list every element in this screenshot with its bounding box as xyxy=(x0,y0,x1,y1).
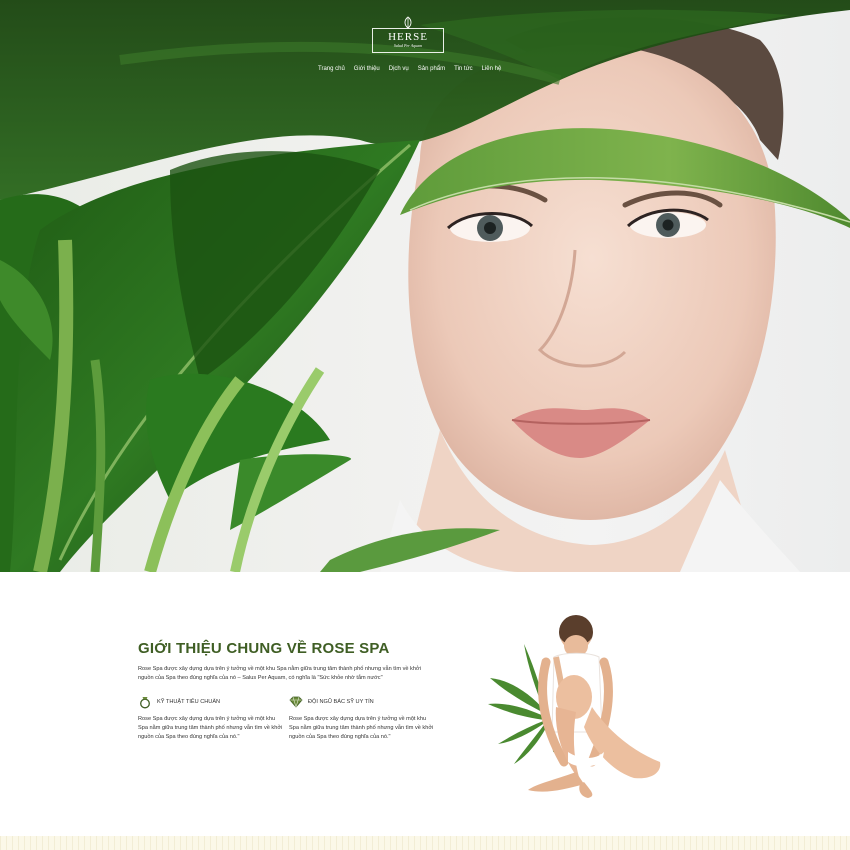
feature-standard-technique: KỸ THUẬT TIÊU CHUẨN Rose Spa được xây dự… xyxy=(138,695,286,742)
about-woman-image xyxy=(488,615,661,798)
diamond-icon xyxy=(289,696,303,709)
brand-name: HERSE xyxy=(388,31,428,43)
about-intro: Rose Spa được xây dựng dựa trên ý tưởng … xyxy=(138,666,421,681)
ring-icon xyxy=(140,697,150,709)
about-title: GIỚI THIỆU CHUNG VỀ ROSE SPA xyxy=(138,640,390,657)
feature-label: KỸ THUẬT TIÊU CHUẨN xyxy=(157,699,221,705)
feature-text: Rose Spa được xây dựng dựa trên ý tưởng … xyxy=(138,716,283,740)
feature-label: ĐỘI NGŨ BÁC SỸ UY TÍN xyxy=(308,699,374,705)
brand-logo[interactable]: HERSE Salud Per Aquam xyxy=(372,16,444,53)
feature-text: Rose Spa được xây dựng dựa trên ý tưởng … xyxy=(289,716,434,740)
nav-item-contact[interactable]: Liên hệ xyxy=(482,66,502,72)
hero-image xyxy=(0,0,850,572)
footer-strip xyxy=(0,836,850,850)
feature-reputable-doctors: ĐỘI NGŨ BÁC SỸ UY TÍN Rose Spa được xây … xyxy=(289,695,437,742)
main-nav: Trang chủ Giới thiệu Dịch vụ Sản phẩm Ti… xyxy=(318,66,501,72)
brand-tagline: Salud Per Aquam xyxy=(393,43,423,48)
nav-item-services[interactable]: Dịch vụ xyxy=(389,66,409,72)
nav-item-home[interactable]: Trang chủ xyxy=(318,66,345,72)
about-section: GIỚI THIỆU CHUNG VỀ ROSE SPA Rose Spa đư… xyxy=(0,572,850,836)
nav-item-about[interactable]: Giới thiệu xyxy=(354,66,380,72)
nav-item-news[interactable]: Tin tức xyxy=(454,66,472,72)
nav-item-products[interactable]: Sản phẩm xyxy=(418,66,445,72)
hero-banner: HERSE Salud Per Aquam Trang chủ Giới thi… xyxy=(0,0,850,572)
